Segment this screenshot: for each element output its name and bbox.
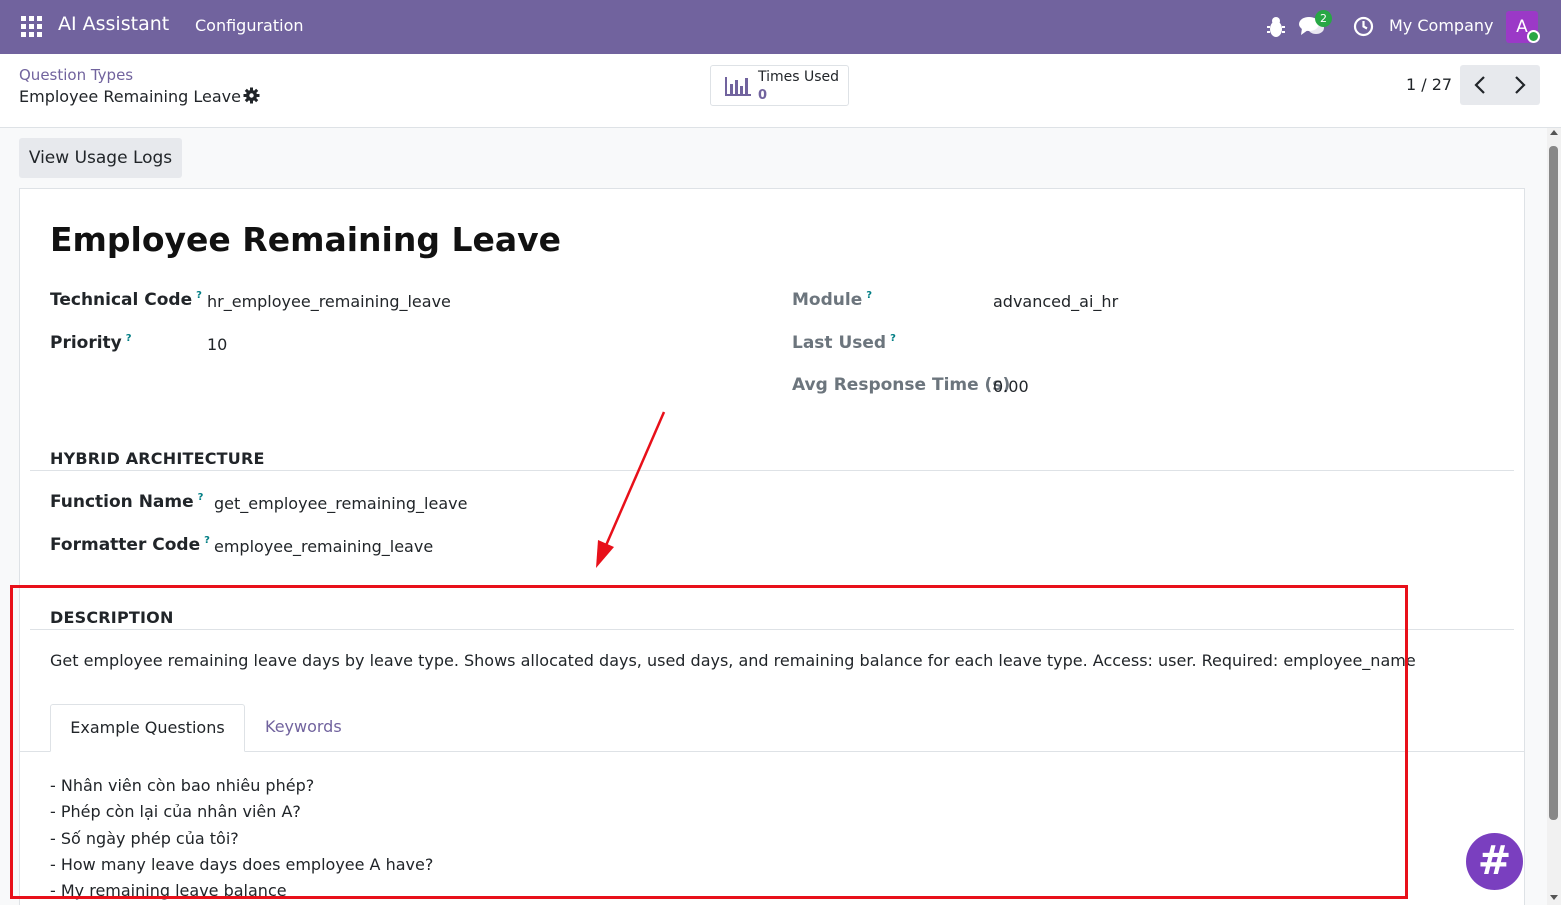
field-label-module: Module? xyxy=(792,290,873,310)
field-label-formatter-code: Formatter Code? xyxy=(50,535,210,555)
field-value-formatter-code[interactable]: employee_remaining_leave xyxy=(214,537,433,556)
times-used-stat-button[interactable]: Times Used 0 xyxy=(710,65,849,106)
scroll-down-arrow-icon[interactable] xyxy=(1550,895,1558,900)
field-value-priority[interactable]: 10 xyxy=(207,335,227,354)
field-value-avg-response-time: 0.00 xyxy=(993,377,1029,396)
scrollbar-thumb[interactable] xyxy=(1549,146,1558,820)
bug-icon[interactable] xyxy=(1267,16,1285,38)
field-label-avg-response-time: Avg Response Time (s) xyxy=(792,375,1011,395)
pager-previous-button[interactable] xyxy=(1460,65,1500,105)
company-switcher[interactable]: My Company xyxy=(1389,16,1493,35)
field-label-last-used: Last Used? xyxy=(792,333,896,353)
field-value-function-name[interactable]: get_employee_remaining_leave xyxy=(214,494,467,513)
field-label-technical-code: Technical Code? xyxy=(50,290,202,310)
online-status-dot xyxy=(1527,30,1540,43)
bar-chart-icon xyxy=(725,77,751,96)
app-name[interactable]: AI Assistant xyxy=(58,13,169,35)
chat-count-badge: 2 xyxy=(1315,10,1332,27)
pager-next-button[interactable] xyxy=(1500,65,1540,105)
stat-value: 0 xyxy=(758,88,768,103)
control-panel: Question Types Employee Remaining Leave … xyxy=(0,54,1561,128)
pager-value[interactable]: 1 / 27 xyxy=(1406,75,1452,94)
apps-menu-icon[interactable] xyxy=(21,16,42,37)
gear-icon[interactable] xyxy=(243,87,260,104)
field-value-technical-code[interactable]: hr_employee_remaining_leave xyxy=(207,292,451,311)
section-hybrid-architecture: HYBRID ARCHITECTURE xyxy=(50,449,265,468)
stat-label: Times Used xyxy=(758,69,840,85)
clock-icon[interactable] xyxy=(1353,16,1374,37)
hashtag-chat-fab-button[interactable]: # xyxy=(1466,833,1523,890)
field-value-module: advanced_ai_hr xyxy=(993,292,1119,311)
breadcrumb-question-types[interactable]: Question Types xyxy=(19,66,133,84)
annotation-highlight-box xyxy=(10,585,1408,899)
chevron-right-icon xyxy=(1515,76,1526,94)
breadcrumb-current: Employee Remaining Leave xyxy=(19,87,241,106)
field-label-function-name: Function Name? xyxy=(50,492,204,512)
scroll-up-arrow-icon[interactable] xyxy=(1550,130,1558,135)
annotation-arrow xyxy=(596,411,666,568)
record-title[interactable]: Employee Remaining Leave xyxy=(50,220,561,259)
view-usage-logs-button[interactable]: View Usage Logs xyxy=(19,138,182,178)
top-navbar: AI Assistant Configuration 2 My Company … xyxy=(0,0,1561,54)
chevron-left-icon xyxy=(1474,76,1485,94)
menu-configuration[interactable]: Configuration xyxy=(195,16,304,35)
section-divider xyxy=(30,470,1514,471)
field-label-priority: Priority? xyxy=(50,333,132,353)
